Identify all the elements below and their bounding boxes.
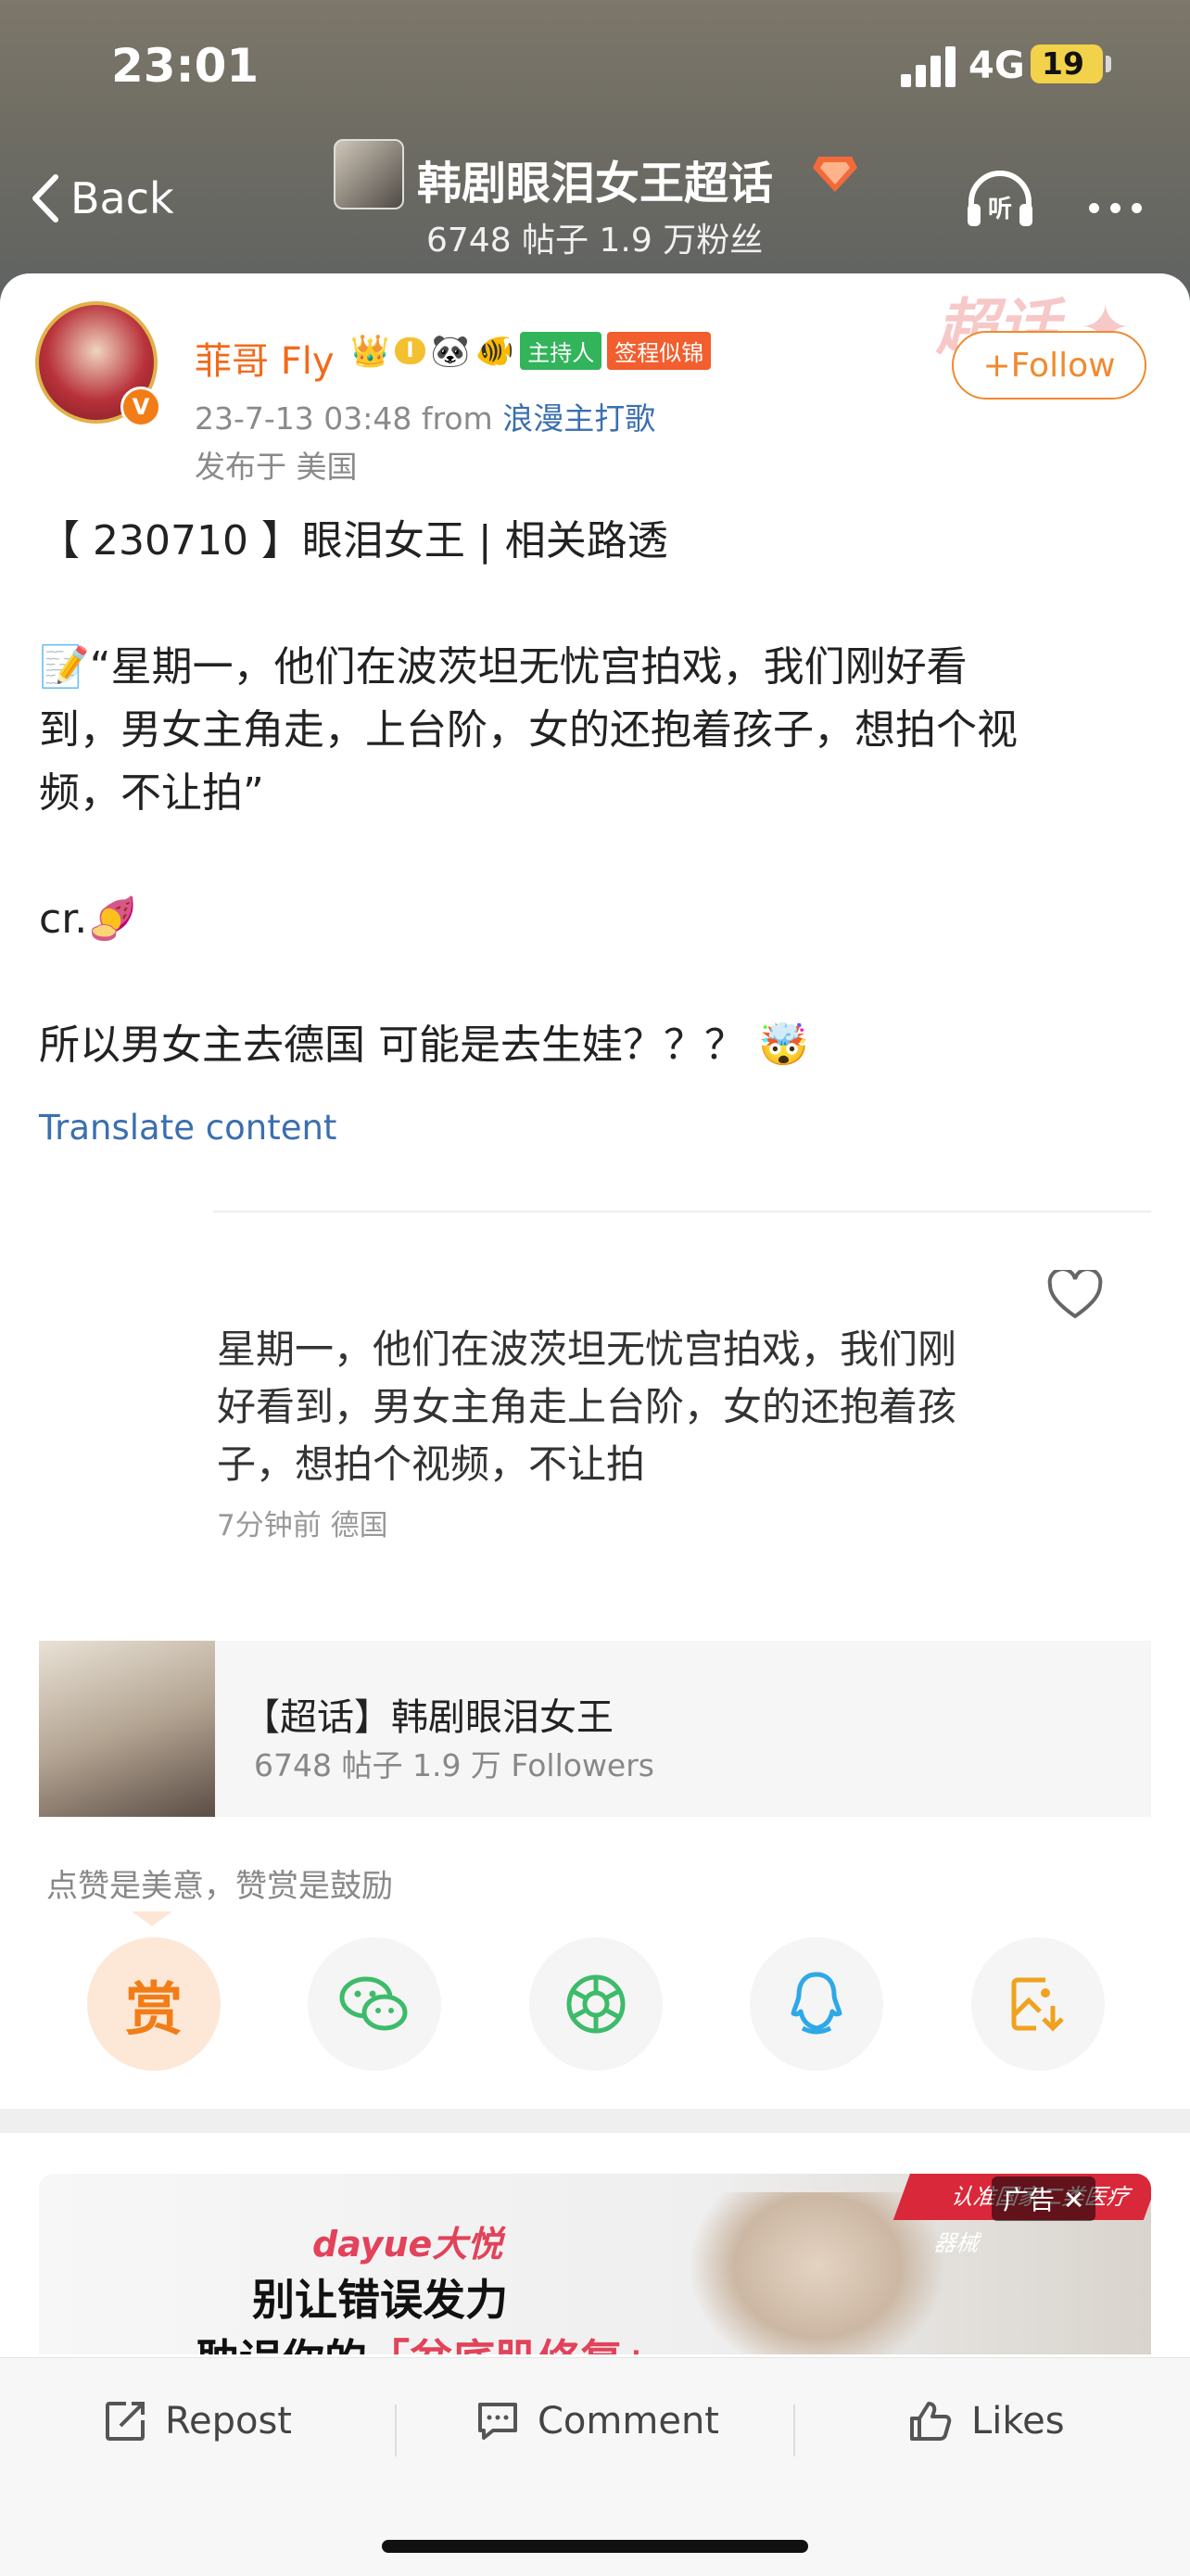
- ad-subheadline-prefix: 耽误你的: [196, 2335, 367, 2354]
- ad-headline: 别让错误发力: [252, 2275, 508, 2325]
- reward-button[interactable]: 赏: [87, 1937, 221, 2071]
- back-label: Back: [70, 173, 174, 223]
- battery-icon: 19: [1031, 44, 1103, 83]
- post-quote-line: 到，男女主角走，上台阶，女的还抱着孩子，想拍个视: [39, 706, 1018, 754]
- moments-icon: [566, 1974, 626, 2034]
- diamond-badge-icon: [813, 157, 857, 192]
- comment-button[interactable]: Comment: [476, 2400, 719, 2443]
- likes-label: Likes: [971, 2400, 1065, 2443]
- ad-subheadline: 耽误你的「盆底肌修复」: [196, 2327, 665, 2354]
- post-meta: 23-7-13 03:48 from 浪漫主打歌: [195, 394, 655, 438]
- repost-icon: [106, 2402, 145, 2441]
- divider: [395, 2405, 397, 2456]
- translate-link[interactable]: Translate content: [39, 1108, 336, 1148]
- share-row: 赏: [87, 1937, 1107, 2071]
- post-body: 【 230710 】眼泪女王 | 相关路透 📝“星期一，他们在波茨坦无忧宫拍戏，…: [39, 510, 1151, 1077]
- post-source[interactable]: 浪漫主打歌: [502, 400, 655, 437]
- author-name[interactable]: 菲哥 Fly: [195, 331, 335, 385]
- super-topic-card[interactable]: 【超话】韩剧眼泪女王 6748 帖子 1.9 万 Followers: [39, 1641, 1151, 1817]
- from-word: from: [421, 400, 493, 437]
- panda-icon: 🐼: [430, 332, 470, 370]
- post-title-line: 【 230710 】眼泪女王 | 相关路透: [39, 517, 668, 565]
- reward-icon: 赏: [124, 1975, 183, 2043]
- listen-icon[interactable]: 听: [964, 169, 1036, 230]
- signal-icon: [901, 46, 958, 87]
- post-closing-line: 所以男女主去德国 可能是去生娃？？？ 🤯: [39, 1022, 809, 1069]
- svg-text:听: 听: [988, 196, 1012, 223]
- divider: [213, 1211, 1151, 1212]
- repost-label: Repost: [165, 2400, 292, 2443]
- qq-icon: [791, 1972, 842, 2035]
- ad-subheadline-highlight: 「盆底肌修复」: [367, 2335, 665, 2354]
- follow-button[interactable]: +Follow: [952, 331, 1146, 400]
- fish-icon: 🐠: [475, 332, 515, 370]
- save-image-button[interactable]: [971, 1937, 1105, 2071]
- quoted-comment-text: 星期一，他们在波茨坦无忧宫拍戏，我们刚好看到，男女主角走上台阶，女的还抱着孩子，…: [217, 1326, 957, 1487]
- share-moments-button[interactable]: [529, 1937, 663, 2071]
- repost-button[interactable]: Repost: [104, 2400, 292, 2443]
- comment-label: Comment: [538, 2400, 719, 2443]
- wechat-icon: [339, 1976, 408, 2031]
- quoted-comment-meta: 7分钟前 德国: [217, 1509, 388, 1542]
- crown-icon: 👑: [350, 332, 390, 370]
- group-title[interactable]: 韩剧眼泪女王超话: [417, 146, 773, 211]
- back-button[interactable]: Back: [30, 171, 174, 225]
- likes-button[interactable]: Likes: [908, 2400, 1065, 2443]
- status-time: 23:01: [111, 39, 260, 93]
- topic-thumbnail: [39, 1641, 215, 1817]
- group-stats: 6748 帖子 1.9 万粉丝: [426, 222, 764, 260]
- chevron-left-icon: [32, 174, 58, 222]
- thumbs-up-icon: [910, 2402, 952, 2441]
- ad-close-label[interactable]: 广告 ✕: [992, 2176, 1096, 2221]
- ad-card[interactable]: 认准国家二类医疗器械 dayue大悦 别让错误发力 耽误你的「盆底肌修复」: [39, 2174, 1151, 2354]
- sign-badge: 签程似锦: [607, 332, 712, 370]
- share-qq-button[interactable]: [750, 1937, 883, 2071]
- topic-title: 【超话】韩剧眼泪女王: [243, 1696, 614, 1739]
- more-options-icon[interactable]: [1089, 199, 1153, 217]
- author-avatar[interactable]: V: [35, 301, 161, 427]
- battery-tip: [1106, 56, 1111, 72]
- host-badge: 主持人: [520, 332, 602, 370]
- section-separator: [0, 2109, 1190, 2133]
- post-credit: cr.🍠: [39, 895, 139, 943]
- post-quote-line: 📝“星期一，他们在波茨坦无忧宫拍戏，我们刚好看: [39, 643, 968, 691]
- comment-icon: [478, 2403, 517, 2440]
- save-image-icon: [1011, 1977, 1064, 2032]
- group-avatar[interactable]: [334, 139, 404, 209]
- reward-hint: 点赞是美意，赞赏是鼓励: [46, 1868, 393, 1905]
- post-timestamp: 23-7-13 03:48: [195, 400, 412, 437]
- topic-stats: 6748 帖子 1.9 万 Followers: [254, 1747, 654, 1783]
- hint-pointer: [132, 1911, 172, 1926]
- battery-level: 19: [1042, 45, 1084, 82]
- divider: [793, 2405, 795, 2456]
- verified-icon: V: [120, 387, 161, 427]
- post-location: 发布于 美国: [195, 449, 358, 485]
- network-type: 4G: [968, 44, 1025, 87]
- ad-brand-logo: dayue大悦: [312, 2224, 503, 2265]
- heart-icon[interactable]: [1047, 1270, 1103, 1320]
- level-badge: I: [395, 337, 425, 364]
- home-indicator[interactable]: [382, 2540, 808, 2553]
- share-wechat-button[interactable]: [308, 1937, 441, 2071]
- post-quote-line: 频，不让拍”: [39, 769, 264, 817]
- author-badges: 👑 I 🐼 🐠 主持人 签程似锦: [350, 332, 712, 370]
- top-header: 23:01 4G 19 Back 韩剧眼泪女王超话 6748 帖子 1.9 万粉…: [0, 0, 1190, 306]
